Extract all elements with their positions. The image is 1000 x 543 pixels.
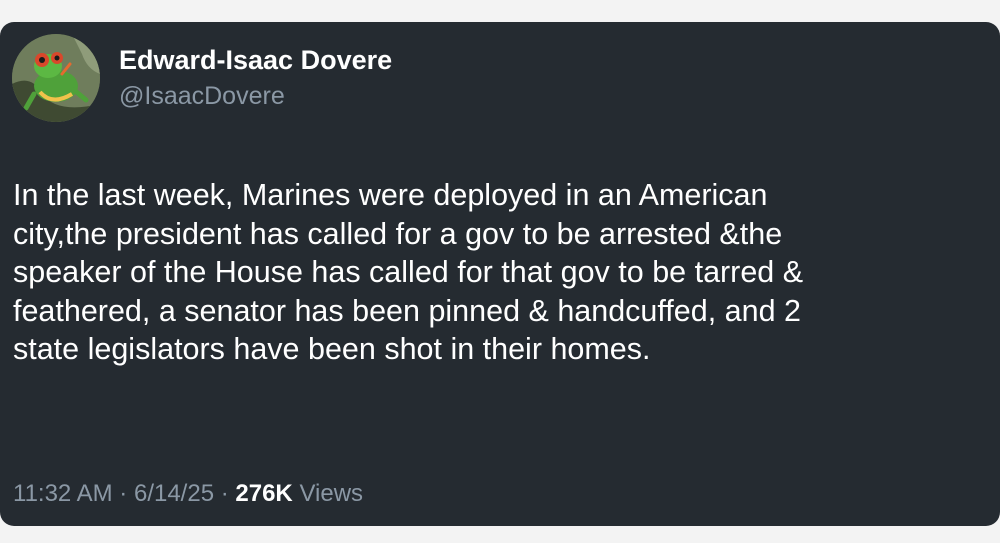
meta-separator: · bbox=[119, 480, 128, 507]
frog-avatar-icon bbox=[12, 34, 100, 122]
tweet-text: In the last week, Marines were deployed … bbox=[13, 178, 804, 366]
tweet-card[interactable]: Edward-Isaac Dovere @IsaacDovere In the … bbox=[0, 22, 1000, 526]
tweet-date[interactable]: 6/14/25 bbox=[134, 480, 214, 507]
screenshot-frame: Edward-Isaac Dovere @IsaacDovere In the … bbox=[0, 0, 1000, 543]
view-count: 276K bbox=[235, 480, 293, 507]
author-handle[interactable]: @IsaacDovere bbox=[119, 82, 285, 111]
meta-separator: · bbox=[220, 480, 229, 507]
tweet-meta: 11:32 AM · 6/14/25 · 276K Views bbox=[13, 480, 363, 508]
author-name[interactable]: Edward-Isaac Dovere bbox=[119, 45, 392, 76]
tweet-time[interactable]: 11:32 AM bbox=[13, 480, 113, 507]
views-label: Views bbox=[299, 480, 364, 507]
avatar[interactable] bbox=[12, 34, 100, 122]
